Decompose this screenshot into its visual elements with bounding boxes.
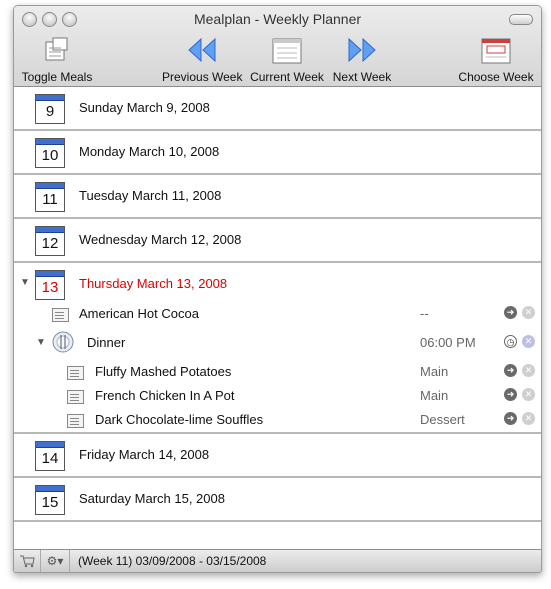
remove-icon[interactable]: ✕ bbox=[522, 388, 535, 401]
disclosure-triangle-icon[interactable]: ▼ bbox=[36, 337, 46, 348]
choose-week-button[interactable]: Choose Week bbox=[458, 36, 534, 84]
day-label: Thursday March 13, 2008 bbox=[79, 276, 228, 291]
calendar-icon: 15 bbox=[35, 485, 65, 515]
window-title: Mealplan - Weekly Planner bbox=[193, 11, 362, 27]
meal-time: -- bbox=[420, 306, 429, 321]
double-left-arrow-icon bbox=[188, 37, 216, 63]
title-toolbar: Mealplan - Weekly Planner Toggle Meals P… bbox=[14, 6, 541, 87]
go-arrow-icon[interactable]: ➜ bbox=[504, 306, 517, 319]
recipe-name: Fluffy Mashed Potatoes bbox=[95, 364, 232, 379]
day-row-thursday[interactable]: ▼ 13 Thursday March 13, 2008 bbox=[14, 263, 541, 303]
meal-row-dinner[interactable]: ▼ Dinner 06:00 PM ◷ ✕ bbox=[14, 331, 541, 355]
shopping-cart-icon bbox=[20, 555, 35, 568]
day-label: Tuesday March 11, 2008 bbox=[79, 188, 222, 203]
recipe-course: Main bbox=[420, 388, 449, 403]
meal-name: American Hot Cocoa bbox=[79, 306, 199, 321]
next-week-button[interactable]: Next Week bbox=[332, 36, 392, 84]
dinner-plate-icon bbox=[52, 331, 74, 353]
previous-week-button[interactable]: Previous Week bbox=[162, 36, 242, 84]
current-week-label: Current Week bbox=[250, 70, 324, 84]
remove-icon[interactable]: ✕ bbox=[522, 412, 535, 425]
day-label: Friday March 14, 2008 bbox=[79, 447, 210, 462]
meal-time: 06:00 PM bbox=[420, 335, 476, 350]
recipe-icon bbox=[67, 390, 84, 404]
week-range-text: (Week 11) 03/09/2008 - 03/15/2008 bbox=[78, 554, 267, 568]
calendar-icon: 9 bbox=[35, 94, 65, 124]
shopping-cart-button[interactable] bbox=[14, 550, 41, 572]
previous-week-label: Previous Week bbox=[162, 70, 243, 84]
day-label: Sunday March 9, 2008 bbox=[79, 100, 210, 115]
double-right-arrow-icon bbox=[348, 37, 376, 63]
day-row-sunday[interactable]: 9 Sunday March 9, 2008 bbox=[14, 87, 541, 131]
recipe-row[interactable]: Fluffy Mashed Potatoes Main ➜ ✕ bbox=[14, 360, 541, 384]
day-row-wednesday[interactable]: 12 Wednesday March 12, 2008 bbox=[14, 219, 541, 263]
current-week-button[interactable]: Current Week bbox=[250, 36, 324, 84]
toggle-meals-label: Toggle Meals bbox=[21, 70, 93, 84]
recipe-course: Main bbox=[420, 364, 449, 379]
calendar-icon: 11 bbox=[35, 182, 65, 212]
meal-row-cocoa[interactable]: American Hot Cocoa -- ➜ ✕ bbox=[14, 302, 541, 326]
action-menu-button[interactable]: ⚙▾ bbox=[41, 550, 70, 572]
remove-icon[interactable]: ✕ bbox=[522, 364, 535, 377]
go-arrow-icon[interactable]: ➜ bbox=[504, 388, 517, 401]
calendar-icon: 10 bbox=[35, 138, 65, 168]
disclosure-triangle-icon[interactable]: ▼ bbox=[20, 277, 30, 288]
choose-week-label: Choose Week bbox=[458, 70, 534, 84]
recipe-name: French Chicken In A Pot bbox=[95, 388, 235, 403]
day-row-saturday[interactable]: 15 Saturday March 15, 2008 bbox=[14, 478, 541, 522]
recipe-name: Dark Chocolate-lime Souffles bbox=[95, 412, 264, 427]
next-week-label: Next Week bbox=[332, 70, 392, 84]
day-label: Monday March 10, 2008 bbox=[79, 144, 220, 159]
day-label: Saturday March 15, 2008 bbox=[79, 491, 225, 506]
clock-icon[interactable]: ◷ bbox=[504, 335, 517, 348]
recipe-row[interactable]: Dark Chocolate-lime Souffles Dessert ➜ ✕ bbox=[14, 408, 541, 434]
day-row-friday[interactable]: 14 Friday March 14, 2008 bbox=[14, 434, 541, 478]
day-row-tuesday[interactable]: 11 Tuesday March 11, 2008 bbox=[14, 175, 541, 219]
calendar-week-icon bbox=[272, 38, 302, 64]
calendar-choose-icon bbox=[481, 38, 511, 64]
recipe-row[interactable]: French Chicken In A Pot Main ➜ ✕ bbox=[14, 384, 541, 408]
remove-icon[interactable]: ✕ bbox=[522, 335, 535, 348]
recipe-icon bbox=[67, 414, 84, 428]
day-row-monday[interactable]: 10 Monday March 10, 2008 bbox=[14, 131, 541, 175]
go-arrow-icon[interactable]: ➜ bbox=[504, 412, 517, 425]
calendar-icon: 14 bbox=[35, 441, 65, 471]
gear-icon: ⚙▾ bbox=[46, 554, 64, 568]
mealplan-window: Mealplan - Weekly Planner Toggle Meals P… bbox=[13, 5, 542, 573]
go-arrow-icon[interactable]: ➜ bbox=[504, 364, 517, 377]
status-bar: ⚙▾ (Week 11) 03/09/2008 - 03/15/2008 bbox=[14, 549, 541, 572]
recipe-icon bbox=[52, 308, 69, 322]
meal-name: Dinner bbox=[87, 335, 126, 350]
toolbar-toggle-button[interactable] bbox=[509, 14, 533, 25]
recipe-course: Dessert bbox=[420, 412, 465, 427]
meals-list-icon bbox=[45, 37, 68, 61]
remove-icon[interactable]: ✕ bbox=[522, 306, 535, 319]
calendar-icon: 13 bbox=[35, 270, 65, 300]
recipe-icon bbox=[67, 366, 84, 380]
week-list: 9 Sunday March 9, 2008 10 Monday March 1… bbox=[14, 87, 541, 549]
day-label: Wednesday March 12, 2008 bbox=[79, 232, 242, 247]
calendar-icon: 12 bbox=[35, 226, 65, 256]
toggle-meals-button[interactable]: Toggle Meals bbox=[20, 36, 94, 84]
